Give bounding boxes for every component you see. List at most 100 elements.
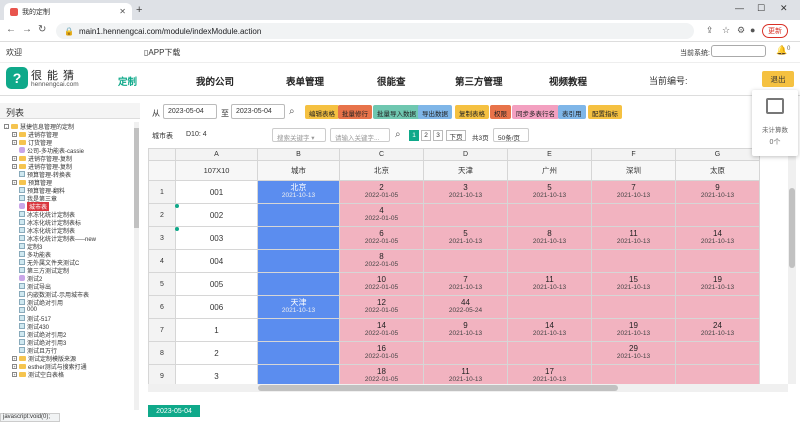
data-cell[interactable] (675, 249, 760, 273)
left-scrollbar[interactable] (134, 122, 139, 410)
share-icon[interactable]: ⇪ (706, 25, 714, 36)
cell-a[interactable]: 1 (175, 318, 258, 342)
left-scroll-thumb[interactable] (134, 128, 139, 228)
data-cell[interactable] (675, 203, 760, 227)
data-cell[interactable]: 5 2021-10-13 (423, 226, 508, 250)
expand-toggle-icon[interactable]: + (12, 363, 17, 369)
tree-item[interactable]: 测试430 (4, 322, 134, 331)
minimize-icon[interactable]: — (735, 3, 744, 13)
tree-item[interactable]: 测试2 (4, 274, 134, 283)
data-cell[interactable] (257, 364, 340, 384)
vscroll-thumb[interactable] (789, 188, 795, 268)
tree-item[interactable]: 测试-517 (4, 314, 134, 323)
keyword-search-icon[interactable]: ⌕ (395, 129, 401, 140)
column-letter[interactable]: F (591, 148, 676, 161)
data-cell[interactable]: 10 2022-01-05 (339, 272, 424, 296)
data-cell[interactable] (257, 341, 340, 365)
page-3-button[interactable]: 3 (433, 130, 443, 141)
data-cell[interactable]: 19 2021-10-13 (591, 318, 676, 342)
expand-toggle-icon[interactable]: + (12, 355, 17, 361)
data-cell[interactable]: 9 2021-10-13 (675, 180, 760, 204)
sheet-horizontal-scrollbar[interactable] (148, 384, 788, 392)
window-close-icon[interactable]: ✕ (780, 3, 788, 14)
column-letter[interactable]: E (507, 148, 592, 161)
row-number[interactable]: 7 (148, 318, 176, 342)
data-cell[interactable] (257, 318, 340, 342)
corner-cell[interactable] (148, 148, 176, 161)
new-tab-icon[interactable]: + (136, 4, 142, 16)
data-cell[interactable]: 天津 2021-10-13 (257, 295, 340, 319)
header-cell[interactable]: 北京 (339, 160, 424, 181)
nav-item-third-party[interactable]: 第三方管理 (455, 74, 503, 88)
nav-item-form-management[interactable]: 表单管理 (286, 74, 324, 88)
action-button-8[interactable]: 配置指标 (588, 105, 622, 119)
header-cell[interactable]: 天津 (423, 160, 508, 181)
tree-item[interactable]: 我是第三章 (4, 194, 134, 203)
profile-icon[interactable]: ● (750, 25, 755, 35)
data-cell[interactable]: 5 2021-10-13 (507, 180, 592, 204)
expand-toggle-icon[interactable]: + (12, 139, 17, 145)
date-from-input[interactable]: 2023-05-04 (163, 104, 217, 119)
system-select[interactable] (711, 45, 766, 57)
exit-button[interactable]: 退出 (762, 71, 794, 87)
data-cell[interactable]: 2 2022-01-05 (339, 180, 424, 204)
expand-toggle-icon[interactable]: + (12, 163, 17, 169)
data-cell[interactable] (591, 364, 676, 384)
update-button[interactable]: 更新 (762, 24, 788, 38)
cell-a[interactable]: 005 (175, 272, 258, 296)
tree-item[interactable]: 第三方测试定制 (4, 266, 134, 275)
data-cell[interactable]: 14 2021-10-13 (675, 226, 760, 250)
data-cell[interactable] (423, 341, 508, 365)
data-cell[interactable] (591, 203, 676, 227)
spreadsheet[interactable]: A B C D E F G 107X10 城市 北京 天津 广州 深圳 太原 1 001 北京 2021-10-1… (148, 148, 788, 384)
tree-item[interactable]: 内嵌数测试-示用城市表 (4, 290, 134, 299)
data-cell[interactable] (257, 272, 340, 296)
action-button-4[interactable]: 复制表格 (455, 105, 489, 119)
data-cell[interactable]: 44 2022-05-24 (423, 295, 508, 319)
data-cell[interactable]: 14 2021-10-13 (507, 318, 592, 342)
data-cell[interactable] (507, 203, 592, 227)
cell-a[interactable]: 004 (175, 249, 258, 273)
data-cell[interactable] (675, 364, 760, 384)
tree-item[interactable]: 冰冻化统计定制表-----new (4, 234, 134, 243)
expand-toggle-icon[interactable]: + (12, 179, 17, 185)
reload-icon[interactable]: ↻ (38, 24, 46, 35)
cell-a[interactable]: 2 (175, 341, 258, 365)
cell-a[interactable]: 002 (175, 203, 258, 227)
cell-a[interactable]: 006 (175, 295, 258, 319)
header-cell[interactable]: 太原 (675, 160, 760, 181)
row-number[interactable]: 9 (148, 364, 176, 384)
header-cell[interactable]: 广州 (507, 160, 592, 181)
nav-item-search[interactable]: 很能查 (377, 74, 406, 88)
per-page-select[interactable]: 50条/页 (493, 128, 529, 142)
action-button-2[interactable]: 批量导入数据 (373, 105, 420, 119)
data-cell[interactable]: 3 2021-10-13 (423, 180, 508, 204)
data-cell[interactable]: 11 2021-10-13 (507, 272, 592, 296)
uncalculated-popup[interactable]: 未计算数 0个 (752, 90, 798, 156)
date-to-input[interactable]: 2023-05-04 (231, 104, 285, 119)
data-cell[interactable]: 18 2022-01-05 (339, 364, 424, 384)
data-cell[interactable]: 16 2022-01-05 (339, 341, 424, 365)
search-key-select[interactable]: 搜索关键字 ▾ (272, 128, 326, 142)
data-cell[interactable]: 8 2022-01-05 (339, 249, 424, 273)
tree-item[interactable]: 测试绝对引用 (4, 298, 134, 307)
data-cell[interactable] (257, 226, 340, 250)
page-2-button[interactable]: 2 (421, 130, 431, 141)
data-cell[interactable] (423, 203, 508, 227)
tree-item[interactable]: 测试绝对引用3 (4, 338, 134, 347)
sheet-tab[interactable]: 2023-05-04 (148, 405, 200, 417)
data-cell[interactable]: 29 2021-10-13 (591, 341, 676, 365)
tree-item[interactable]: + 测试空白表格 (4, 370, 134, 379)
search-icon[interactable]: ⌕ (289, 106, 295, 117)
data-cell[interactable] (591, 295, 676, 319)
cell-a[interactable]: 001 (175, 180, 258, 204)
back-icon[interactable]: ← (6, 24, 16, 35)
row-number[interactable]: 5 (148, 272, 176, 296)
column-letter[interactable]: A (175, 148, 258, 161)
action-button-5[interactable]: 权限 (490, 105, 511, 119)
data-cell[interactable] (423, 249, 508, 273)
bell-icon[interactable]: 🔔 (776, 45, 787, 56)
keyword-input[interactable]: 请输入关键字... (330, 128, 390, 142)
data-cell[interactable]: 7 2021-10-13 (423, 272, 508, 296)
data-cell[interactable]: 8 2021-10-13 (507, 226, 592, 250)
